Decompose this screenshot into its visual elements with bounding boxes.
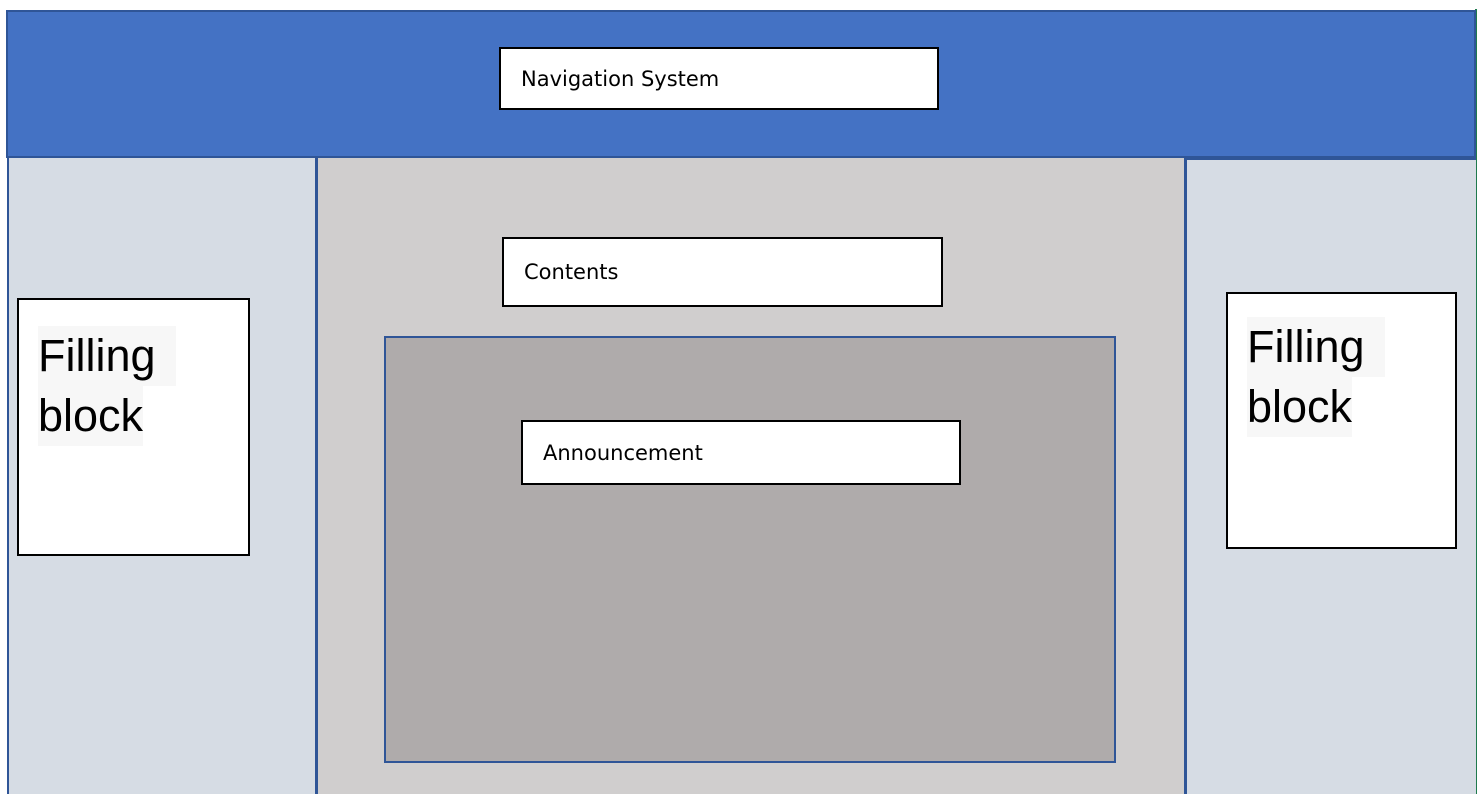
contents-label: Contents <box>524 260 619 284</box>
left-filling-block-text: Filling block <box>38 326 176 446</box>
navigation-system-label: Navigation System <box>521 66 720 91</box>
announcement-label: Announcement <box>543 440 703 465</box>
left-filling-line1: Filling <box>38 326 176 386</box>
right-filling-line2: block <box>1247 377 1353 437</box>
left-filling-block: Filling block <box>17 298 250 556</box>
navigation-system-box: Navigation System <box>499 47 939 110</box>
announcement-box: Announcement <box>521 420 961 485</box>
left-filling-line2: block <box>38 386 144 446</box>
announcement-area <box>384 336 1116 763</box>
contents-box: Contents <box>502 237 943 307</box>
right-filling-line1: Filling <box>1247 317 1385 377</box>
right-filling-block-text: Filling block <box>1247 317 1385 437</box>
right-filling-block: Filling block <box>1226 292 1457 549</box>
